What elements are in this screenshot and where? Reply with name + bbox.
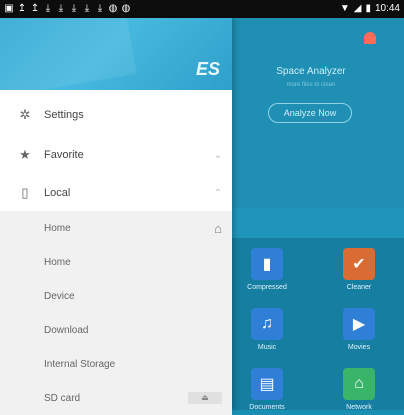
chevron-down-icon: ⌄: [213, 149, 222, 161]
tile-documents[interactable]: ▤ Documents: [232, 368, 302, 411]
local-item-label: Home: [44, 222, 71, 234]
download-notification-icon: ⤓: [97, 3, 103, 14]
notification-bell-icon[interactable]: [364, 32, 376, 44]
status-right: ▼ ◢ ▮ 10:44: [340, 3, 400, 14]
gear-icon: ✲: [19, 107, 31, 122]
phone-icon: ▯: [21, 185, 29, 200]
drawer-item-settings[interactable]: ✲ Settings: [0, 98, 232, 132]
clock: 10:44: [374, 3, 400, 14]
local-item-label: Device: [44, 290, 75, 302]
drawer-item-favorite[interactable]: ★ Favorite ⌄: [0, 138, 232, 172]
image-notification-icon: ▣: [4, 3, 14, 14]
space-analyzer-title: Space Analyzer: [276, 66, 346, 77]
signal-icon: ◢: [353, 3, 362, 14]
header-decoration: [0, 18, 137, 90]
download-notification-icon: ⤓: [71, 3, 77, 14]
tile-movies[interactable]: ▶ Movies: [324, 308, 394, 351]
tile-label: Movies: [347, 344, 371, 351]
local-item-download[interactable]: Download: [0, 313, 232, 347]
eject-icon[interactable]: ⏏: [188, 392, 222, 404]
drawer-header: ES: [0, 18, 232, 90]
local-item-label: Internal Storage: [44, 358, 116, 370]
local-item-device[interactable]: Device: [0, 279, 232, 313]
wifi-icon: ▼: [339, 3, 350, 14]
tile-label: Cleaner: [346, 284, 372, 291]
download-notification-icon: ⤓: [84, 3, 90, 14]
drawer-item-label: Local: [44, 187, 71, 199]
es-logo: ES: [195, 59, 220, 79]
battery-icon: ▮: [365, 3, 371, 14]
drawer-item-label: Favorite: [44, 149, 84, 161]
sync-notification-icon: ◍: [108, 3, 118, 14]
navigation-drawer: ES ✲ Settings ★ Favorite ⌄ ▯ Local ⌃ Hom…: [0, 18, 232, 415]
status-bar: ▣ ↥ ↥ ⤓ ⤓ ⤓ ⤓ ⤓ ◍ ◍ ▼ ◢ ▮ 10:44: [0, 0, 404, 18]
local-item-home[interactable]: Home ⌂: [0, 211, 232, 245]
notification-icons: ▣ ↥ ↥ ⤓ ⤓ ⤓ ⤓ ⤓ ◍ ◍: [4, 3, 131, 14]
document-icon: ▤: [251, 368, 283, 400]
local-item-internal-storage[interactable]: Internal Storage: [0, 347, 232, 381]
download-notification-icon: ⤓: [58, 3, 64, 14]
local-item-label: Download: [44, 324, 89, 336]
broom-icon: ✔: [343, 248, 375, 280]
drawer-item-local[interactable]: ▯ Local ⌃: [0, 176, 232, 210]
star-icon: ★: [19, 147, 31, 162]
chevron-up-icon: ⌃: [213, 187, 222, 199]
analyze-now-button[interactable]: Analyze Now: [268, 103, 352, 123]
pin-notification-icon: ↥: [17, 3, 27, 14]
drawer-item-label: Settings: [44, 109, 84, 121]
category-grid: ▮ Compressed ✔ Cleaner ♫ Music ▶ Movies …: [232, 238, 404, 411]
local-item-label: SD card: [44, 392, 81, 404]
local-item-home-2[interactable]: Home: [0, 245, 232, 279]
tile-cleaner[interactable]: ✔ Cleaner: [324, 248, 394, 291]
tile-label: Music: [257, 344, 277, 351]
home-icon[interactable]: ⌂: [214, 221, 222, 236]
music-icon: ♫: [251, 308, 283, 340]
tile-label: Compressed: [247, 284, 287, 291]
tile-compressed[interactable]: ▮ Compressed: [232, 248, 302, 291]
zip-icon: ▮: [251, 248, 283, 280]
space-analyzer-subtitle: more files to clean: [286, 82, 336, 88]
play-icon: ▶: [343, 308, 375, 340]
tile-network[interactable]: ⌂ Network: [324, 368, 394, 411]
network-icon: ⌂: [343, 368, 375, 400]
tile-music[interactable]: ♫ Music: [232, 308, 302, 351]
sync-notification-icon: ◍: [121, 3, 131, 14]
pin-notification-icon: ↥: [30, 3, 40, 14]
download-notification-icon: ⤓: [45, 3, 51, 14]
local-item-label: Home: [44, 256, 71, 268]
